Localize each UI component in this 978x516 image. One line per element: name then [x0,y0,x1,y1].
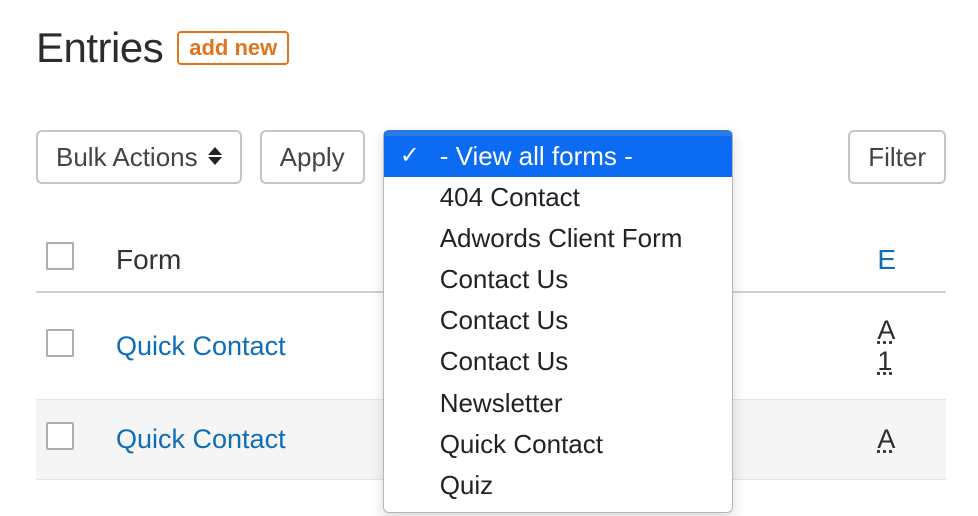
page-header: Entries add new [36,24,946,72]
form-filter-option[interactable]: Newsletter [384,383,732,424]
form-filter-option[interactable]: Contact Us [384,341,732,382]
select-all-checkbox[interactable] [46,242,74,270]
form-filter-option[interactable]: Quiz [384,465,732,506]
column-header-extra[interactable]: E [867,228,946,292]
form-filter-menu: - View all forms -404 ContactAdwords Cli… [383,130,733,513]
filter-label: Filter [868,142,926,173]
entry-form-link[interactable]: Quick Contact [116,331,286,361]
form-filter-option[interactable]: Adwords Client Form [384,218,732,259]
form-filter-option[interactable]: 404 Contact [384,177,732,218]
select-caret-icon [208,147,222,167]
select-all-header[interactable] [36,228,106,292]
form-filter-option[interactable]: Contact Us [384,259,732,300]
bulk-actions-label: Bulk Actions [56,142,198,173]
form-filter-option[interactable]: Contact Us [384,300,732,341]
extra-cell: A [867,400,946,480]
form-filter-option[interactable]: - View all forms - [384,136,732,177]
bulk-actions-select[interactable]: Bulk Actions [36,130,242,184]
entry-form-link[interactable]: Quick Contact [116,424,286,454]
row-checkbox[interactable] [46,329,74,357]
page-title: Entries [36,24,163,72]
form-filter-option[interactable]: Quick Contact [384,424,732,465]
row-checkbox[interactable] [46,422,74,450]
apply-label: Apply [280,142,345,173]
filter-button[interactable]: Filter [848,130,946,184]
form-filter-dropdown[interactable]: - View all forms -404 ContactAdwords Cli… [383,130,733,184]
apply-button[interactable]: Apply [260,130,365,184]
extra-cell: A1 [867,292,946,400]
add-new-button[interactable]: add new [177,31,289,65]
toolbar: Bulk Actions Apply - View all forms -404… [36,130,946,184]
